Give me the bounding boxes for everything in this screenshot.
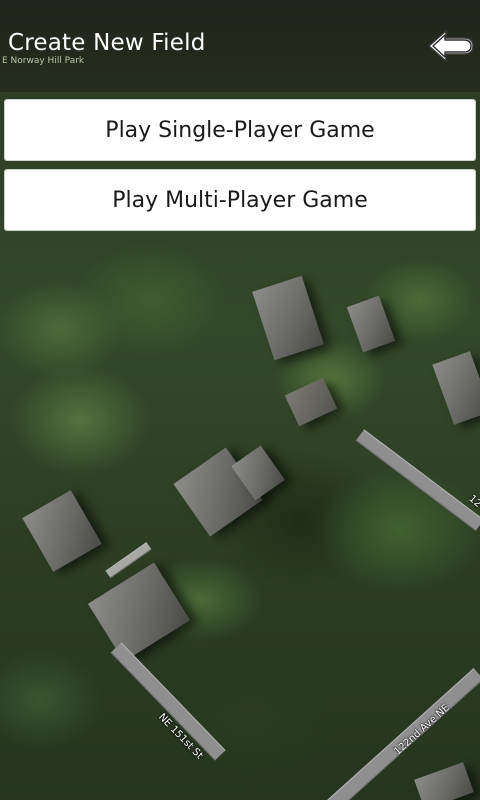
play-single-player-label: Play Single-Player Game bbox=[105, 117, 375, 143]
road-label: 122nd Ave NE bbox=[392, 702, 452, 758]
house-roof bbox=[432, 351, 480, 425]
house-roof bbox=[284, 377, 338, 427]
back-button[interactable] bbox=[426, 26, 476, 66]
house-roof bbox=[346, 295, 396, 353]
house-roof bbox=[414, 762, 474, 800]
play-single-player-button[interactable]: Play Single-Player Game bbox=[4, 99, 476, 161]
play-multi-player-button[interactable]: Play Multi-Player Game bbox=[4, 169, 476, 231]
map-park-label: E Norway Hill Park bbox=[2, 56, 85, 66]
back-arrow-icon bbox=[428, 30, 474, 62]
play-multi-player-label: Play Multi-Player Game bbox=[112, 187, 368, 213]
house-roof bbox=[87, 562, 191, 662]
road bbox=[355, 429, 480, 531]
page-title: Create New Field bbox=[8, 30, 206, 56]
title-bar: Create New Field E Norway Hill Park bbox=[0, 0, 480, 92]
road bbox=[110, 642, 226, 761]
screen: NE 151st St 122nd Ave NE 12 Create New F… bbox=[0, 0, 480, 800]
house-roof bbox=[252, 275, 324, 361]
house-roof bbox=[22, 490, 102, 572]
